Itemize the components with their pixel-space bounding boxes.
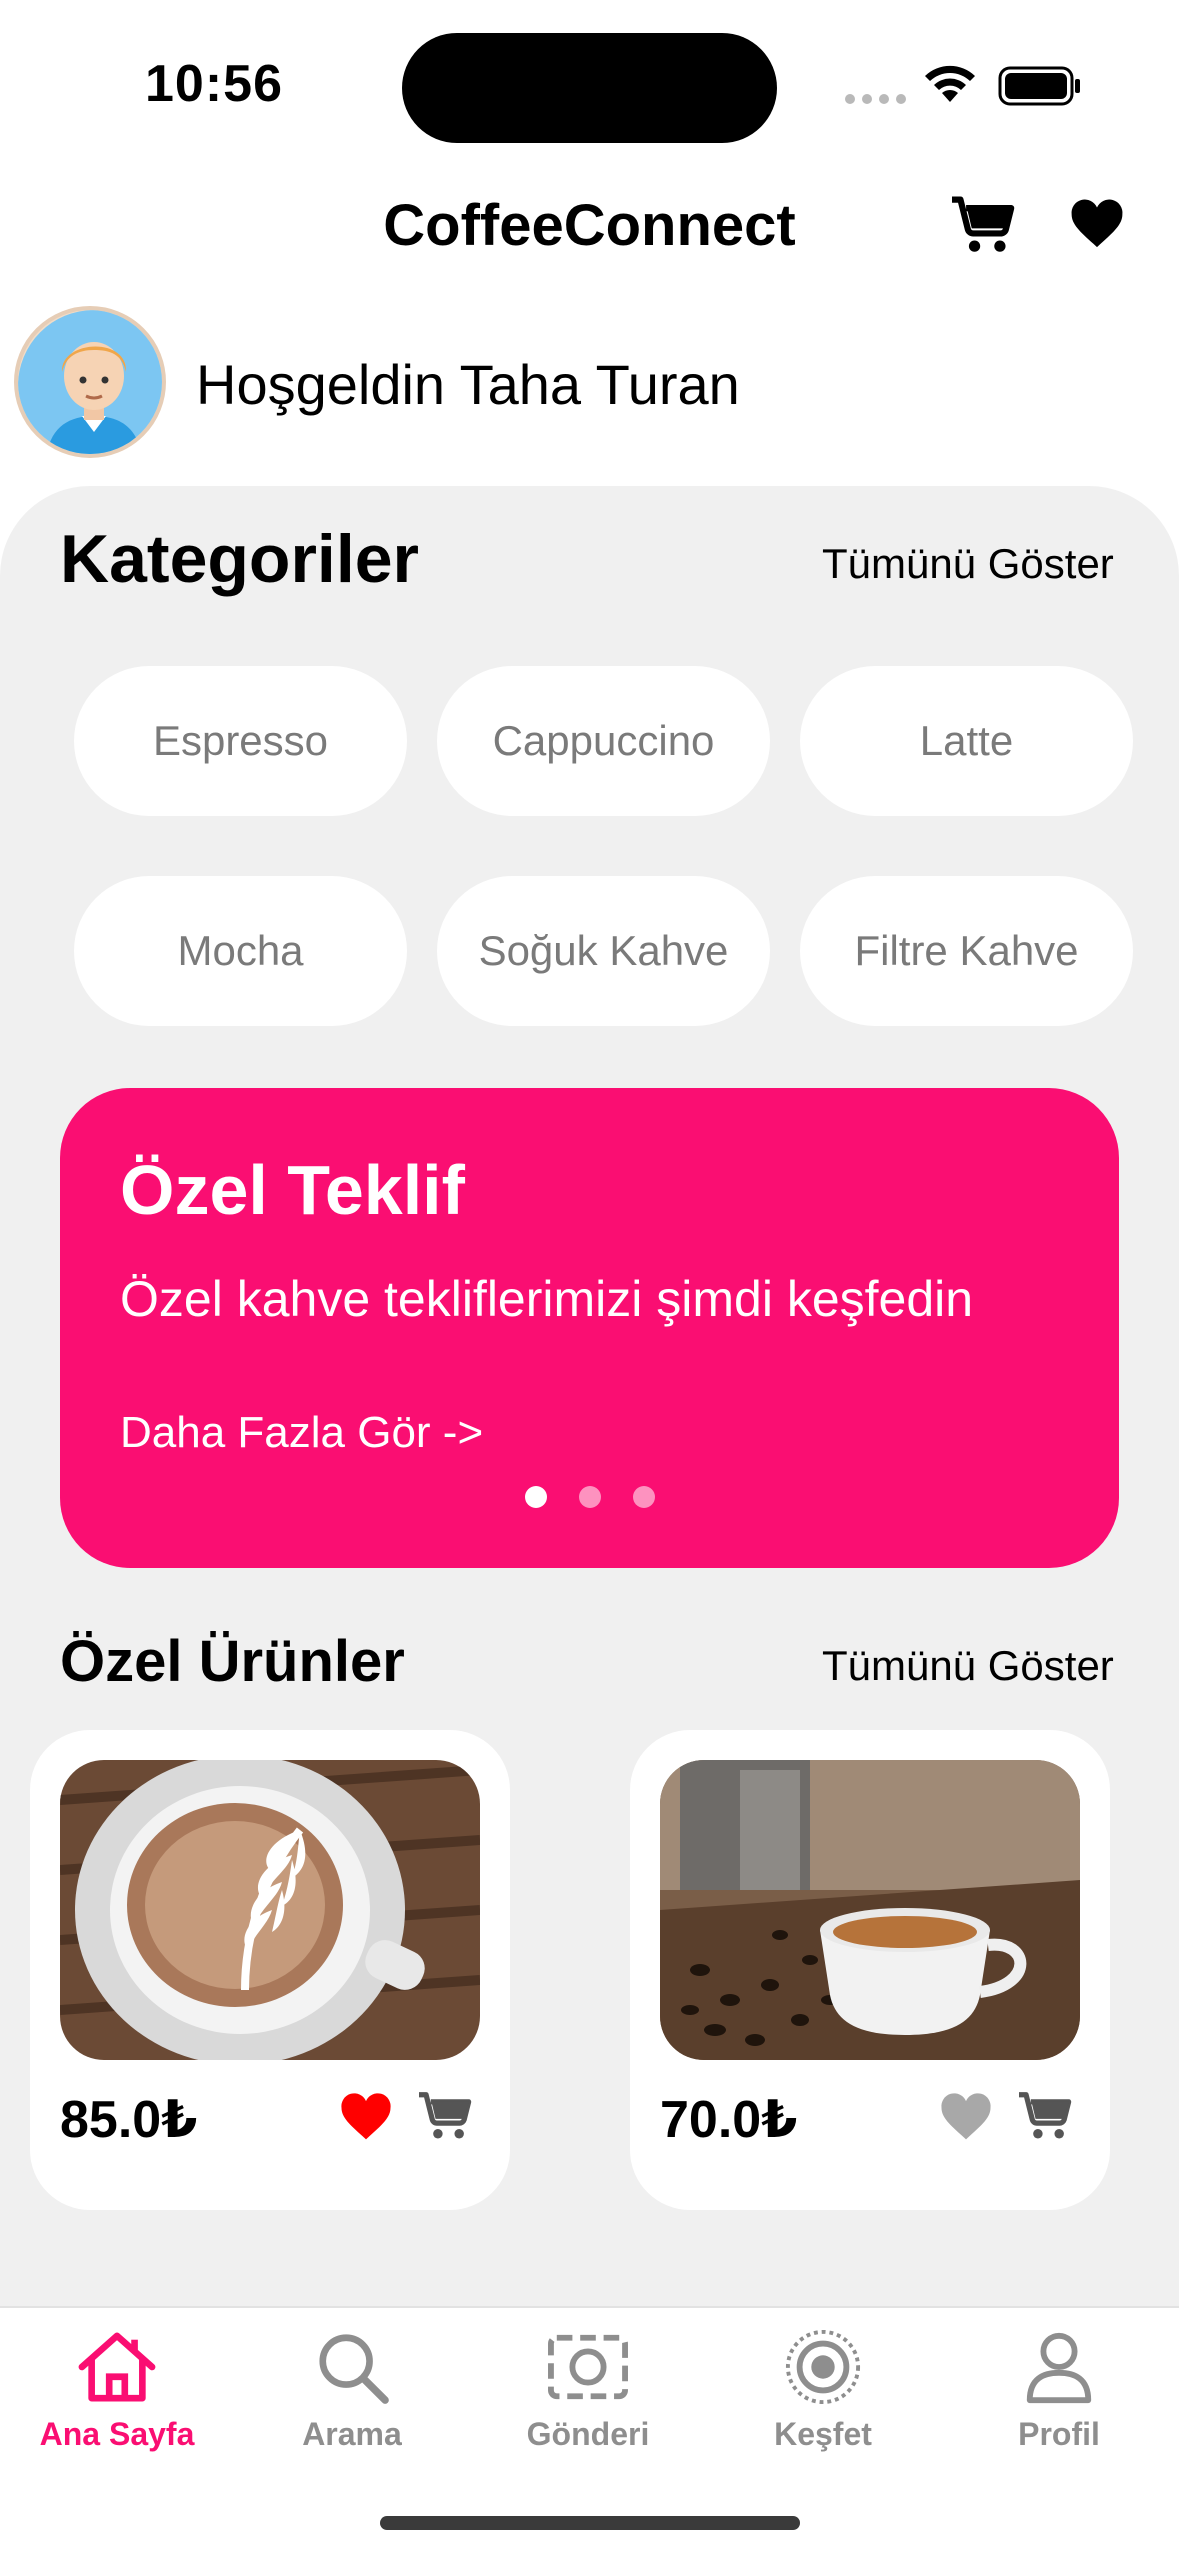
avatar[interactable] <box>14 306 166 458</box>
favorite-heart-icon[interactable] <box>338 2090 394 2142</box>
carousel-page-indicator[interactable] <box>525 1486 655 1508</box>
heart-icon[interactable] <box>1068 196 1126 250</box>
product-price: 70.0₺ <box>660 2091 798 2149</box>
app-header: CoffeeConnect <box>0 180 1179 270</box>
tab-explore[interactable]: Keşfet <box>723 2328 923 2453</box>
search-icon <box>319 2334 389 2404</box>
tab-label: Ana Sayfa <box>39 2416 195 2452</box>
tab-label: Keşfet <box>774 2416 872 2452</box>
tab-profile[interactable]: Profil <box>959 2328 1159 2453</box>
home-icon <box>78 2332 156 2402</box>
person-icon <box>1026 2332 1092 2404</box>
offer-more-link[interactable]: Daha Fazla Gör -> <box>120 1408 483 1458</box>
product-card[interactable]: 85.0₺ <box>30 1730 510 2210</box>
favorite-heart-icon[interactable] <box>938 2090 994 2142</box>
explore-icon <box>785 2329 861 2405</box>
dynamic-island <box>402 33 777 143</box>
product-image-espresso <box>660 1760 1080 2060</box>
category-chip-filter-coffee[interactable]: Filtre Kahve <box>800 876 1133 1026</box>
tab-label: Profil <box>1018 2416 1100 2452</box>
home-indicator[interactable] <box>380 2516 800 2530</box>
special-offer-banner[interactable]: Özel Teklif Özel kahve tekliflerimizi şi… <box>60 1088 1119 1568</box>
featured-show-all-link[interactable]: Tümünü Göster <box>822 1642 1114 1690</box>
offer-title: Özel Teklif <box>120 1151 465 1229</box>
avatar-illustration <box>18 310 162 454</box>
categories-title: Kategoriler <box>60 521 419 597</box>
category-chip-latte[interactable]: Latte <box>800 666 1133 816</box>
greeting-text: Hoşgeldin Taha Turan <box>196 353 740 416</box>
cellular-signal-icon <box>845 94 906 104</box>
add-to-cart-icon[interactable] <box>1016 2090 1074 2142</box>
tab-home[interactable]: Ana Sayfa <box>17 2328 217 2453</box>
category-chip-cappuccino[interactable]: Cappuccino <box>437 666 770 816</box>
tab-search[interactable]: Arama <box>252 2328 452 2453</box>
carousel-dot[interactable] <box>633 1486 655 1508</box>
status-bar: 10:56 <box>0 0 1179 150</box>
battery-icon <box>998 66 1080 106</box>
carousel-dot[interactable] <box>579 1486 601 1508</box>
tab-label: Arama <box>302 2416 402 2452</box>
add-to-cart-icon[interactable] <box>416 2090 474 2142</box>
categories-show-all-link[interactable]: Tümünü Göster <box>822 540 1114 588</box>
carousel-dot[interactable] <box>525 1486 547 1508</box>
product-card[interactable]: 70.0₺ <box>630 1730 1110 2210</box>
status-time: 10:56 <box>145 55 283 113</box>
category-chip-espresso[interactable]: Espresso <box>74 666 407 816</box>
product-price: 85.0₺ <box>60 2091 198 2149</box>
featured-title: Özel Ürünler <box>60 1629 405 1694</box>
tab-label: Gönderi <box>526 2416 650 2452</box>
offer-subtitle: Özel kahve tekliflerimizi şimdi keşfedin <box>120 1271 974 1327</box>
category-chip-cold-coffee[interactable]: Soğuk Kahve <box>437 876 770 1026</box>
wifi-icon <box>925 65 975 102</box>
camera-frame-icon <box>548 2334 628 2400</box>
category-chip-mocha[interactable]: Mocha <box>74 876 407 1026</box>
cart-icon[interactable] <box>948 194 1018 256</box>
product-image-latte-art <box>60 1760 480 2060</box>
tab-post[interactable]: Gönderi <box>488 2328 688 2453</box>
